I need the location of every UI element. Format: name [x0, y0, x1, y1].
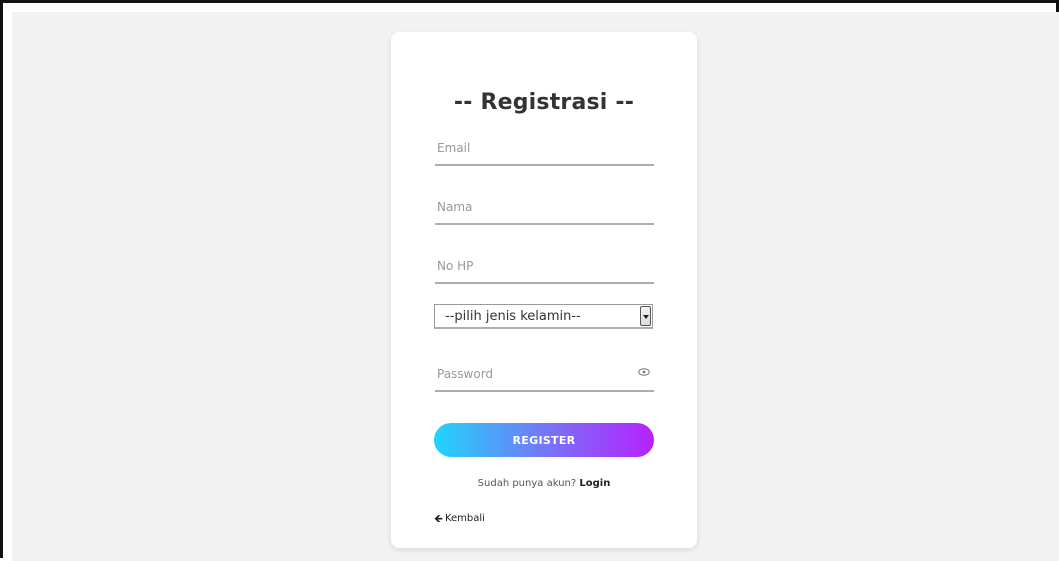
page-background: -- Registrasi -- --pilih jenis kelamin-- [12, 12, 1059, 561]
password-field[interactable] [435, 360, 654, 388]
registration-card: -- Registrasi -- --pilih jenis kelamin-- [391, 32, 697, 548]
browser-frame: -- Registrasi -- --pilih jenis kelamin-- [0, 0, 1059, 561]
gender-select[interactable]: --pilih jenis kelamin-- [434, 304, 653, 329]
eye-icon[interactable] [638, 368, 650, 376]
back-link-label: Kembali [444, 513, 485, 524]
login-prompt-line: Sudah punya akun? Login [391, 478, 697, 489]
phone-field[interactable] [435, 252, 654, 280]
name-field-wrapper [435, 193, 654, 225]
page-title: -- Registrasi -- [453, 90, 635, 115]
phone-field-wrapper [435, 252, 654, 284]
name-field[interactable] [435, 193, 654, 221]
arrow-left-icon: 🡸 [434, 512, 443, 525]
register-button[interactable]: REGISTER [434, 423, 654, 457]
login-link[interactable]: Login [579, 478, 610, 489]
back-link[interactable]: 🡸 Kembali [434, 513, 485, 524]
email-field[interactable] [435, 134, 654, 162]
gender-select-value: --pilih jenis kelamin-- [445, 309, 581, 324]
login-prompt-text: Sudah punya akun? [477, 478, 577, 489]
chevron-down-icon[interactable] [640, 306, 651, 326]
password-field-wrapper [435, 360, 654, 392]
email-field-wrapper [435, 134, 654, 166]
